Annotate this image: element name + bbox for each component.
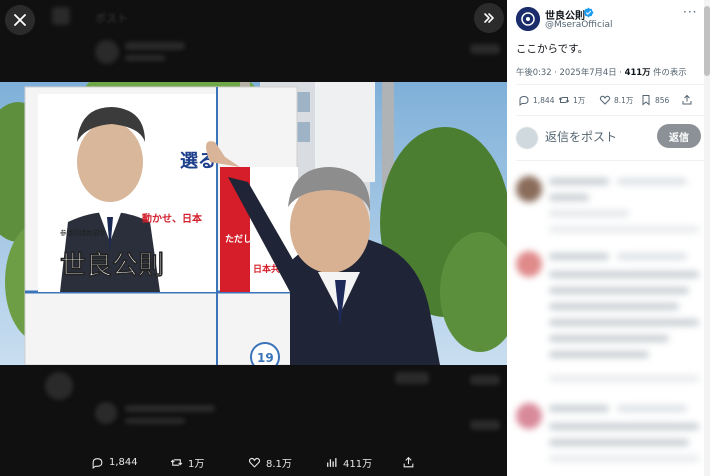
divider — [516, 84, 706, 85]
viewer-repost-button[interactable]: 1万 — [170, 450, 204, 474]
reply-button[interactable]: 1,844 — [518, 94, 554, 106]
post-views-suffix: 件の表示 — [650, 67, 687, 77]
bookmark-count: 856 — [655, 95, 670, 105]
share-button[interactable] — [681, 94, 693, 106]
reply-item[interactable] — [507, 170, 714, 240]
views-chart-icon — [327, 457, 337, 467]
post-timestamp[interactable]: 午後0:32 · 2025年7月4日 · — [516, 67, 625, 77]
current-user-avatar — [516, 127, 538, 149]
repost-count: 1万 — [573, 95, 586, 105]
author-handle[interactable]: @MseraOfficial — [545, 20, 612, 30]
reply-item[interactable] — [507, 395, 714, 475]
poster-party-tag: 参議院議員選挙 — [60, 228, 106, 237]
scrollbar-thumb[interactable] — [704, 6, 710, 76]
ghost-avatar — [95, 40, 119, 64]
close-button[interactable] — [5, 5, 35, 35]
ghost-line — [125, 55, 165, 61]
bookmark-button[interactable]: 856 — [640, 94, 669, 106]
right-poster-line1: ただし — [225, 234, 252, 245]
ghost-line — [125, 418, 185, 424]
ghost-line — [470, 420, 500, 430]
post-text: ここからです。 — [516, 43, 589, 55]
ghost-line — [470, 44, 500, 54]
heart-icon — [248, 457, 261, 468]
reply-count: 1,844 — [533, 95, 555, 105]
more-options-button[interactable]: ··· — [683, 5, 697, 19]
viewer-action-bar: 1,844 1万 8.1万 411万 — [0, 450, 507, 474]
viewer-like-button[interactable]: 8.1万 — [248, 450, 292, 474]
ghost-line — [395, 372, 429, 384]
divider — [516, 160, 706, 161]
ghost-line — [470, 375, 500, 385]
viewer-reply-button[interactable]: 1,844 — [91, 450, 138, 474]
viewer-views-count: 411万 — [343, 458, 373, 470]
expand-panel-button[interactable] — [474, 3, 504, 33]
post-photo[interactable]: 動かせ、日本 参議院議員選挙 世良公則 選る ただし 日本共産党 19 — [0, 82, 507, 365]
ghost-line — [125, 42, 185, 50]
heart-icon — [599, 95, 611, 105]
media-viewer-screen: ポスト 動かせ、日本 参議院議員選挙 世良公則 選る ただし 日本共産党 19 … — [0, 0, 714, 476]
reply-submit-button[interactable]: 返信 — [657, 124, 701, 148]
more-icon: ··· — [683, 5, 698, 19]
number-badge: 19 — [257, 351, 274, 365]
repost-icon — [170, 458, 183, 466]
divider — [516, 115, 706, 116]
reply-icon — [519, 95, 529, 106]
viewer-share-button[interactable] — [402, 450, 415, 474]
ghost-logo — [52, 7, 70, 25]
post-detail-panel: 世良公則 @MseraOfficial ··· ここからです。 午後0:32 ·… — [507, 0, 714, 476]
ghost-header-label: ポスト — [95, 12, 128, 25]
ghost-line — [125, 405, 215, 412]
avatar-logo-icon — [516, 7, 540, 31]
like-button[interactable]: 8.1万 — [599, 94, 633, 106]
ghost-avatar — [45, 372, 73, 400]
viewer-views-button[interactable]: 411万 — [325, 450, 372, 474]
campaign-photo-graphic: 動かせ、日本 参議院議員選挙 世良公則 選る ただし 日本共産党 19 — [0, 82, 507, 365]
chevron-double-right-icon — [484, 13, 494, 23]
bookmark-icon — [642, 95, 650, 106]
poster-slogan: 動かせ、日本 — [142, 212, 203, 225]
scrollbar[interactable] — [704, 0, 710, 476]
post-meta: 午後0:32 · 2025年7月4日 · 411万 件の表示 — [516, 66, 687, 78]
reply-input[interactable]: 返信をポスト — [545, 127, 617, 147]
like-count: 8.1万 — [614, 95, 634, 105]
viewer-reply-count: 1,844 — [109, 456, 138, 468]
post-views-number: 411万 — [624, 67, 651, 77]
poster-name: 世良公則 — [60, 250, 164, 281]
close-icon — [14, 14, 26, 26]
verified-badge-icon — [583, 7, 594, 18]
share-icon — [403, 456, 414, 467]
viewer-repost-count: 1万 — [188, 458, 205, 470]
share-icon — [682, 94, 692, 105]
author-avatar[interactable] — [516, 7, 540, 31]
ghost-avatar — [95, 402, 117, 424]
media-viewer: ポスト 動かせ、日本 参議院議員選挙 世良公則 選る ただし 日本共産党 19 … — [0, 0, 507, 476]
viewer-like-count: 8.1万 — [266, 458, 292, 470]
reply-item[interactable] — [507, 245, 714, 390]
repost-button[interactable]: 1万 — [558, 94, 585, 106]
repost-icon — [558, 97, 570, 103]
reply-icon — [92, 457, 103, 469]
